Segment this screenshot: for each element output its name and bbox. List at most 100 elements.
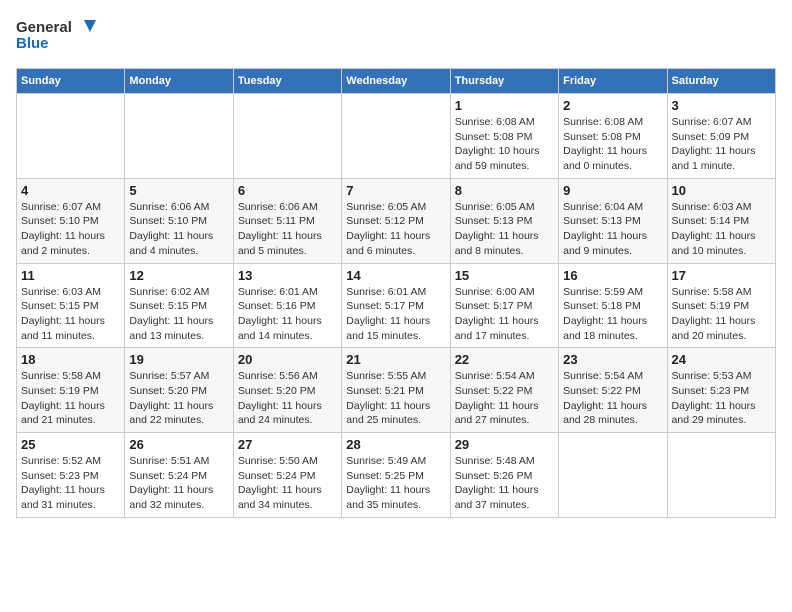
calendar-cell: 10Sunrise: 6:03 AM Sunset: 5:14 PM Dayli… [667,178,775,263]
day-number: 4 [21,183,120,198]
day-info: Sunrise: 5:58 AM Sunset: 5:19 PM Dayligh… [672,285,771,344]
calendar-week-row: 25Sunrise: 5:52 AM Sunset: 5:23 PM Dayli… [17,433,776,518]
header-thursday: Thursday [450,69,558,94]
day-number: 6 [238,183,337,198]
calendar-week-row: 4 Sunrise: 6:07 AM Sunset: 5:10 PM Daylig… [17,178,776,263]
day-info: Sunrise: 5:53 AM Sunset: 5:23 PM Dayligh… [672,369,771,428]
calendar-cell: 15 Sunrise: 6:00 AM Sunset: 5:17 PM Dayli… [450,263,558,348]
day-number: 26 [129,437,228,452]
calendar-cell: 19Sunrise: 5:57 AM Sunset: 5:20 PM Dayli… [125,348,233,433]
calendar-cell: 18 Sunrise: 5:58 AM Sunset: 5:19 PM Dayli… [17,348,125,433]
calendar-cell: 22Sunrise: 5:54 AM Sunset: 5:22 PM Dayli… [450,348,558,433]
calendar-cell [342,94,450,179]
svg-text:General: General [16,19,72,36]
day-number: 7 [346,183,445,198]
day-number: 5 [129,183,228,198]
day-number: 24 [672,352,771,367]
page-header: GeneralBlue [16,16,776,56]
calendar-cell: 17 Sunrise: 5:58 AM Sunset: 5:19 PM Dayli… [667,263,775,348]
day-number: 27 [238,437,337,452]
logo-svg: GeneralBlue [16,16,106,56]
day-info: Sunrise: 5:49 AM Sunset: 5:25 PM Dayligh… [346,454,445,513]
day-info: Sunrise: 5:58 AM Sunset: 5:19 PM Dayligh… [21,369,120,428]
day-info: Sunrise: 5:59 AM Sunset: 5:18 PM Dayligh… [563,285,662,344]
calendar-cell: 11 Sunrise: 6:03 AM Sunset: 5:15 PM Dayli… [17,263,125,348]
calendar-table: SundayMondayTuesdayWednesdayThursdayFrid… [16,68,776,518]
day-number: 28 [346,437,445,452]
header-saturday: Saturday [667,69,775,94]
day-number: 16 [563,268,662,283]
day-number: 12 [129,268,228,283]
day-info: Sunrise: 6:01 AM Sunset: 5:16 PM Dayligh… [238,285,337,344]
calendar-cell: 23 Sunrise: 5:54 AM Sunset: 5:22 PM Dayli… [559,348,667,433]
day-number: 3 [672,98,771,113]
day-number: 2 [563,98,662,113]
header-sunday: Sunday [17,69,125,94]
calendar-header-row: SundayMondayTuesdayWednesdayThursdayFrid… [17,69,776,94]
day-number: 15 [455,268,554,283]
day-info: Sunrise: 6:07 AM Sunset: 5:10 PM Dayligh… [21,200,120,259]
day-info: Sunrise: 5:56 AM Sunset: 5:20 PM Dayligh… [238,369,337,428]
calendar-cell: 29 Sunrise: 5:48 AM Sunset: 5:26 PM Dayli… [450,433,558,518]
calendar-cell: 1 Sunrise: 6:08 AM Sunset: 5:08 PM Daylig… [450,94,558,179]
day-number: 21 [346,352,445,367]
day-number: 25 [21,437,120,452]
day-number: 9 [563,183,662,198]
day-info: Sunrise: 6:00 AM Sunset: 5:17 PM Dayligh… [455,285,554,344]
day-info: Sunrise: 6:06 AM Sunset: 5:11 PM Dayligh… [238,200,337,259]
day-info: Sunrise: 6:04 AM Sunset: 5:13 PM Dayligh… [563,200,662,259]
day-info: Sunrise: 5:50 AM Sunset: 5:24 PM Dayligh… [238,454,337,513]
calendar-cell: 7 Sunrise: 6:05 AM Sunset: 5:12 PM Daylig… [342,178,450,263]
header-friday: Friday [559,69,667,94]
calendar-cell: 24 Sunrise: 5:53 AM Sunset: 5:23 PM Dayli… [667,348,775,433]
day-info: Sunrise: 6:08 AM Sunset: 5:08 PM Dayligh… [455,115,554,174]
day-info: Sunrise: 6:03 AM Sunset: 5:14 PM Dayligh… [672,200,771,259]
day-info: Sunrise: 6:05 AM Sunset: 5:12 PM Dayligh… [346,200,445,259]
day-info: Sunrise: 6:07 AM Sunset: 5:09 PM Dayligh… [672,115,771,174]
calendar-cell: 2 Sunrise: 6:08 AM Sunset: 5:08 PM Daylig… [559,94,667,179]
day-number: 19 [129,352,228,367]
day-number: 1 [455,98,554,113]
calendar-cell: 3 Sunrise: 6:07 AM Sunset: 5:09 PM Daylig… [667,94,775,179]
day-number: 23 [563,352,662,367]
day-number: 11 [21,268,120,283]
day-info: Sunrise: 6:01 AM Sunset: 5:17 PM Dayligh… [346,285,445,344]
calendar-cell: 9 Sunrise: 6:04 AM Sunset: 5:13 PM Daylig… [559,178,667,263]
header-tuesday: Tuesday [233,69,341,94]
logo: GeneralBlue [16,16,106,56]
calendar-cell: 27 Sunrise: 5:50 AM Sunset: 5:24 PM Dayli… [233,433,341,518]
calendar-cell: 12 Sunrise: 6:02 AM Sunset: 5:15 PM Dayli… [125,263,233,348]
calendar-cell: 6 Sunrise: 6:06 AM Sunset: 5:11 PM Daylig… [233,178,341,263]
calendar-cell: 21 Sunrise: 5:55 AM Sunset: 5:21 PM Dayli… [342,348,450,433]
header-monday: Monday [125,69,233,94]
day-info: Sunrise: 5:54 AM Sunset: 5:22 PM Dayligh… [563,369,662,428]
calendar-cell: 5 Sunrise: 6:06 AM Sunset: 5:10 PM Daylig… [125,178,233,263]
day-info: Sunrise: 6:03 AM Sunset: 5:15 PM Dayligh… [21,285,120,344]
svg-text:Blue: Blue [16,35,49,52]
calendar-cell [667,433,775,518]
day-info: Sunrise: 6:02 AM Sunset: 5:15 PM Dayligh… [129,285,228,344]
day-info: Sunrise: 6:05 AM Sunset: 5:13 PM Dayligh… [455,200,554,259]
day-number: 22 [455,352,554,367]
day-number: 29 [455,437,554,452]
calendar-cell: 16 Sunrise: 5:59 AM Sunset: 5:18 PM Dayli… [559,263,667,348]
calendar-cell: 13 Sunrise: 6:01 AM Sunset: 5:16 PM Dayli… [233,263,341,348]
calendar-cell: 4 Sunrise: 6:07 AM Sunset: 5:10 PM Daylig… [17,178,125,263]
day-number: 17 [672,268,771,283]
calendar-cell: 14 Sunrise: 6:01 AM Sunset: 5:17 PM Dayli… [342,263,450,348]
calendar-cell [17,94,125,179]
header-wednesday: Wednesday [342,69,450,94]
day-number: 18 [21,352,120,367]
calendar-cell [125,94,233,179]
day-info: Sunrise: 6:06 AM Sunset: 5:10 PM Dayligh… [129,200,228,259]
calendar-cell [233,94,341,179]
day-number: 20 [238,352,337,367]
day-number: 14 [346,268,445,283]
day-info: Sunrise: 5:55 AM Sunset: 5:21 PM Dayligh… [346,369,445,428]
calendar-week-row: 1 Sunrise: 6:08 AM Sunset: 5:08 PM Daylig… [17,94,776,179]
day-number: 13 [238,268,337,283]
calendar-cell [559,433,667,518]
calendar-cell: 26Sunrise: 5:51 AM Sunset: 5:24 PM Dayli… [125,433,233,518]
day-info: Sunrise: 6:08 AM Sunset: 5:08 PM Dayligh… [563,115,662,174]
day-info: Sunrise: 5:48 AM Sunset: 5:26 PM Dayligh… [455,454,554,513]
